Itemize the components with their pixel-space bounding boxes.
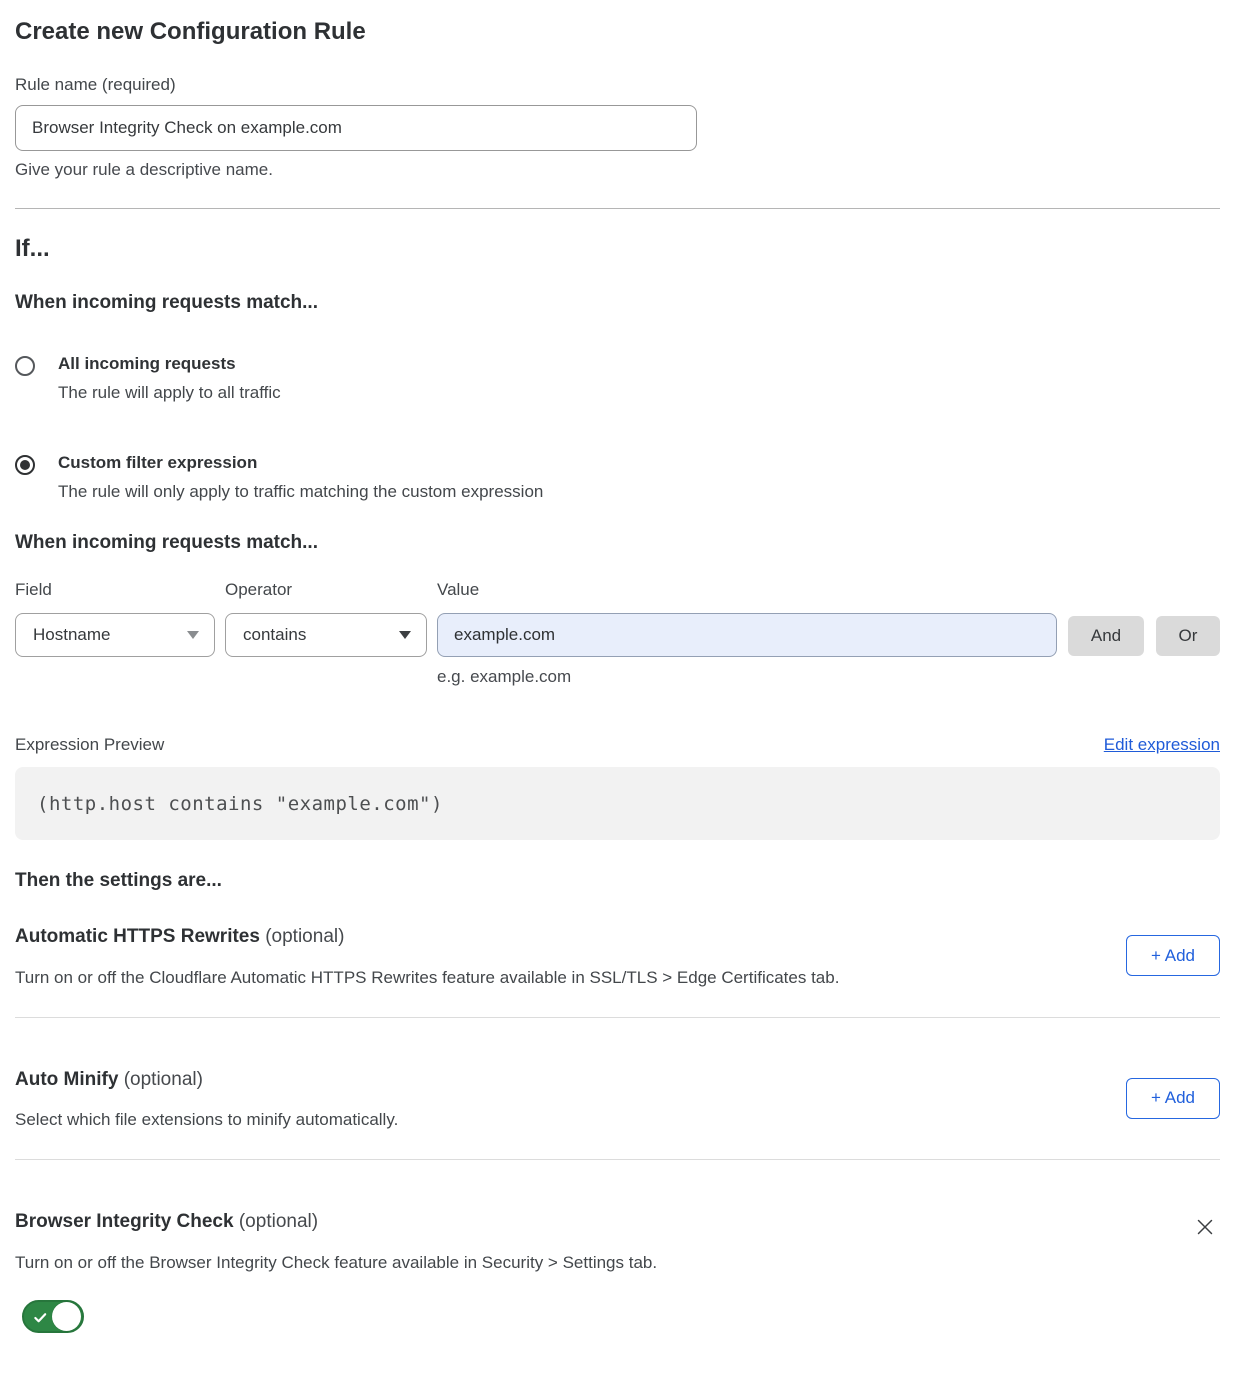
field-select[interactable]: Hostname [15, 613, 215, 657]
setting-optional-tag: (optional) [265, 926, 344, 947]
radio-option-text: Custom filter expression The rule will o… [58, 454, 543, 501]
operator-column: Operator contains [225, 581, 427, 658]
add-automatic-https-rewrites-button[interactable]: + Add [1126, 935, 1220, 976]
rule-name-helper: Give your rule a descriptive name. [15, 160, 1220, 180]
if-heading: If... [15, 235, 1220, 263]
radio-unselected-icon[interactable] [15, 356, 35, 376]
settings-heading: Then the settings are... [15, 871, 1220, 892]
setting-row-auto-minify: Auto Minify (optional) Select which file… [15, 1069, 1220, 1131]
radio-option-text: All incoming requests The rule will appl… [58, 355, 281, 402]
operator-label: Operator [225, 581, 427, 600]
edit-expression-link[interactable]: Edit expression [1104, 735, 1220, 755]
rule-name-input[interactable] [15, 105, 697, 151]
operator-select-value: contains [243, 625, 306, 645]
chevron-down-icon [187, 631, 199, 639]
expression-code: (http.host contains "example.com") [37, 793, 443, 815]
setting-row-browser-integrity-check: Browser Integrity Check (optional) Turn … [15, 1211, 1220, 1333]
rule-name-label: Rule name (required) [15, 75, 1220, 95]
field-select-value: Hostname [33, 625, 110, 645]
setting-title: Browser Integrity Check (optional) [15, 1211, 657, 1233]
radio-option-description: The rule will only apply to traffic matc… [58, 483, 543, 502]
radio-option-label: All incoming requests [58, 355, 281, 374]
expression-preview-header: Expression Preview Edit expression [15, 735, 1220, 755]
expression-preview-label: Expression Preview [15, 735, 164, 755]
radio-selected-icon[interactable] [15, 455, 35, 475]
toggle-knob [52, 1302, 81, 1331]
radio-option-custom-filter-expression[interactable]: Custom filter expression The rule will o… [15, 454, 1220, 501]
rule-name-block: Rule name (required) Give your rule a de… [15, 75, 1220, 180]
value-helper: e.g. example.com [437, 667, 1057, 687]
value-label: Value [437, 581, 1057, 600]
remove-setting-button[interactable] [1192, 1214, 1218, 1240]
setting-text: Automatic HTTPS Rewrites (optional) Turn… [15, 926, 839, 988]
check-icon [33, 1310, 48, 1325]
create-configuration-rule-form: Create new Configuration Rule Rule name … [0, 0, 1237, 1349]
setting-description: Select which file extensions to minify a… [15, 1110, 398, 1130]
section-divider [15, 208, 1220, 209]
match-subheading: When incoming requests match... [15, 293, 1220, 314]
setting-text: Auto Minify (optional) Select which file… [15, 1069, 398, 1131]
expression-preview-code-block: (http.host contains "example.com") [15, 767, 1220, 840]
operator-select[interactable]: contains [225, 613, 427, 657]
close-icon [1194, 1216, 1216, 1238]
setting-description: Turn on or off the Cloudflare Automatic … [15, 968, 839, 988]
setting-divider [15, 1159, 1220, 1160]
field-label: Field [15, 581, 215, 600]
and-button[interactable]: And [1068, 616, 1144, 656]
expression-builder: Field Hostname Operator contains Value e… [15, 581, 1220, 688]
radio-dot [20, 460, 30, 470]
setting-text: Browser Integrity Check (optional) Turn … [15, 1211, 657, 1333]
setting-title-name: Browser Integrity Check [15, 1211, 234, 1232]
builder-subheading: When incoming requests match... [15, 533, 1220, 554]
radio-option-label: Custom filter expression [58, 454, 543, 473]
or-button[interactable]: Or [1156, 616, 1220, 656]
radio-option-description: The rule will apply to all traffic [58, 384, 281, 403]
chevron-down-icon [399, 631, 411, 639]
field-column: Field Hostname [15, 581, 215, 658]
value-column: Value e.g. example.com [437, 581, 1057, 688]
page-title: Create new Configuration Rule [15, 18, 1220, 46]
setting-optional-tag: (optional) [239, 1211, 318, 1232]
value-input[interactable] [437, 613, 1057, 657]
setting-title-name: Auto Minify [15, 1069, 118, 1090]
setting-row-automatic-https-rewrites: Automatic HTTPS Rewrites (optional) Turn… [15, 926, 1220, 988]
setting-title-name: Automatic HTTPS Rewrites [15, 926, 260, 947]
setting-optional-tag: (optional) [124, 1069, 203, 1090]
setting-divider [15, 1017, 1220, 1018]
connector-buttons: And Or [1068, 616, 1220, 656]
add-auto-minify-button[interactable]: + Add [1126, 1078, 1220, 1119]
radio-option-all-incoming-requests[interactable]: All incoming requests The rule will appl… [15, 355, 1220, 402]
setting-title: Auto Minify (optional) [15, 1069, 398, 1091]
browser-integrity-check-toggle[interactable] [22, 1300, 84, 1333]
setting-title: Automatic HTTPS Rewrites (optional) [15, 926, 839, 948]
setting-description: Turn on or off the Browser Integrity Che… [15, 1253, 657, 1273]
